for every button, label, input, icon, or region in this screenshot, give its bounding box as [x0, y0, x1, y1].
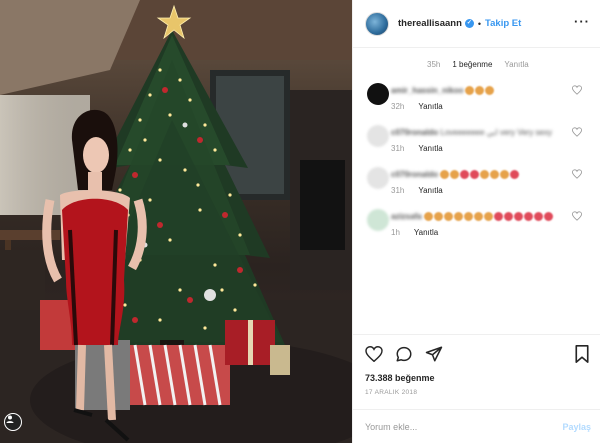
header-separator: •: [477, 18, 482, 29]
emoji-icon: [450, 170, 460, 180]
commenter-username[interactable]: c070ronaldo: [391, 170, 438, 179]
reply-button[interactable]: Yanıtla: [504, 60, 528, 69]
post-date: 17 ARALIK 2018: [365, 389, 418, 396]
comment-meta: 32h Yanıtla: [391, 102, 572, 111]
comment-like-heart-icon[interactable]: [572, 127, 582, 137]
comment-text: c070ronaldo: [391, 167, 572, 180]
user-tag-icon[interactable]: [4, 413, 22, 431]
follow-button[interactable]: Takip Et: [485, 18, 521, 29]
comment-emojis: [440, 170, 520, 180]
reply-button[interactable]: Yanıtla: [418, 102, 442, 111]
emoji-icon: [465, 86, 475, 96]
comment-emojis: [465, 86, 495, 96]
comment-item: amir_hassin_nikoo 32h Yanıtla: [353, 83, 600, 111]
reply-button[interactable]: Yanıtla: [414, 228, 438, 237]
emoji-icon: [460, 170, 470, 180]
comment-bubble-icon[interactable]: [395, 345, 413, 363]
post-photo[interactable]: [0, 0, 352, 443]
comment-meta: 31h Yanıtla: [391, 144, 572, 153]
comment-text: azizsafa: [391, 209, 572, 222]
comment-time: 32h: [391, 102, 405, 111]
comment-like-heart-icon[interactable]: [572, 211, 582, 221]
bookmark-icon[interactable]: [575, 345, 589, 363]
emoji-icon: [510, 170, 520, 180]
reply-button[interactable]: Yanıtla: [418, 144, 442, 153]
commenter-username[interactable]: c070ronaldo: [391, 128, 438, 137]
comment-text: amir_hassin_nikoo: [391, 83, 572, 96]
comment-time: 1h: [391, 228, 400, 237]
emoji-icon: [443, 212, 453, 222]
emoji-icon: [470, 170, 480, 180]
comment-container: amir_hassin_nikoo 32h Yanıtla c070ronaldo L…: [353, 83, 600, 237]
more-options-icon[interactable]: ···: [574, 14, 590, 29]
comment-body: Loveeeeeee ابي very Very sexy: [440, 128, 553, 137]
share-send-icon[interactable]: [425, 345, 443, 363]
like-heart-icon[interactable]: [365, 346, 383, 362]
commenter-avatar[interactable]: [367, 167, 389, 189]
add-comment-bar: Paylaş: [353, 409, 600, 443]
comments-list[interactable]: 35h 1 beğenme Yanıtla amir_hassin_nikoo 3…: [353, 48, 600, 334]
comment-meta: 1h Yanıtla: [391, 228, 572, 237]
emoji-icon: [490, 170, 500, 180]
commenter-username[interactable]: amir_hassin_nikoo: [391, 86, 463, 95]
comment-time: 31h: [391, 144, 405, 153]
emoji-icon: [513, 212, 523, 222]
emoji-icon: [463, 212, 473, 222]
reply-button[interactable]: Yanıtla: [418, 186, 442, 195]
commenter-avatar[interactable]: [367, 83, 389, 105]
comment-time: 35h: [427, 60, 441, 69]
comment-input[interactable]: [365, 421, 535, 432]
emoji-icon: [475, 86, 485, 96]
comment-meta: 35h 1 beğenme Yanıtla: [353, 48, 600, 69]
author-avatar[interactable]: [365, 11, 389, 36]
author-username[interactable]: thereallisaann: [398, 18, 462, 29]
comment-text: c070ronaldo Loveeeeeee ابي very Very sex…: [391, 125, 572, 138]
emoji-icon: [453, 212, 463, 222]
emoji-icon: [523, 212, 533, 222]
post-actions: 73.388 beğenme 17 ARALIK 2018: [353, 334, 600, 396]
emoji-icon: [503, 212, 513, 222]
emoji-icon: [493, 212, 503, 222]
post-header: thereallisaann ✓ • Takip Et ···: [353, 0, 600, 48]
emoji-icon: [440, 170, 450, 180]
emoji-icon: [543, 212, 553, 222]
commenter-avatar[interactable]: [367, 125, 389, 147]
emoji-icon: [500, 170, 510, 180]
action-icons: [365, 343, 589, 365]
emoji-icon: [483, 212, 493, 222]
comment-time: 31h: [391, 186, 405, 195]
post-side-panel: thereallisaann ✓ • Takip Et ··· 35h 1 be…: [352, 0, 600, 443]
comment-emojis: [423, 212, 553, 222]
comment-item: azizsafa 1h Yanıtla: [353, 209, 600, 237]
emoji-icon: [533, 212, 543, 222]
likes-count[interactable]: 73.388 beğenme: [365, 373, 589, 383]
comment-item: c070ronaldo 31h Yanıtla: [353, 167, 600, 195]
commenter-avatar[interactable]: [367, 209, 389, 231]
comment-like-heart-icon[interactable]: [572, 169, 582, 179]
emoji-icon: [485, 86, 495, 96]
emoji-icon: [473, 212, 483, 222]
verified-badge-icon: ✓: [464, 19, 474, 28]
emoji-icon: [480, 170, 490, 180]
christmas-tree-photo: [0, 0, 352, 443]
comment-item: c070ronaldo Loveeeeeee ابي very Very sex…: [353, 125, 600, 153]
post-comment-button[interactable]: Paylaş: [562, 422, 591, 432]
comment-likes[interactable]: 1 beğenme: [452, 60, 492, 69]
emoji-icon: [433, 212, 443, 222]
comment-meta: 31h Yanıtla: [391, 186, 572, 195]
commenter-username[interactable]: azizsafa: [391, 212, 422, 221]
emoji-icon: [423, 212, 433, 222]
comment-like-heart-icon[interactable]: [572, 85, 582, 95]
